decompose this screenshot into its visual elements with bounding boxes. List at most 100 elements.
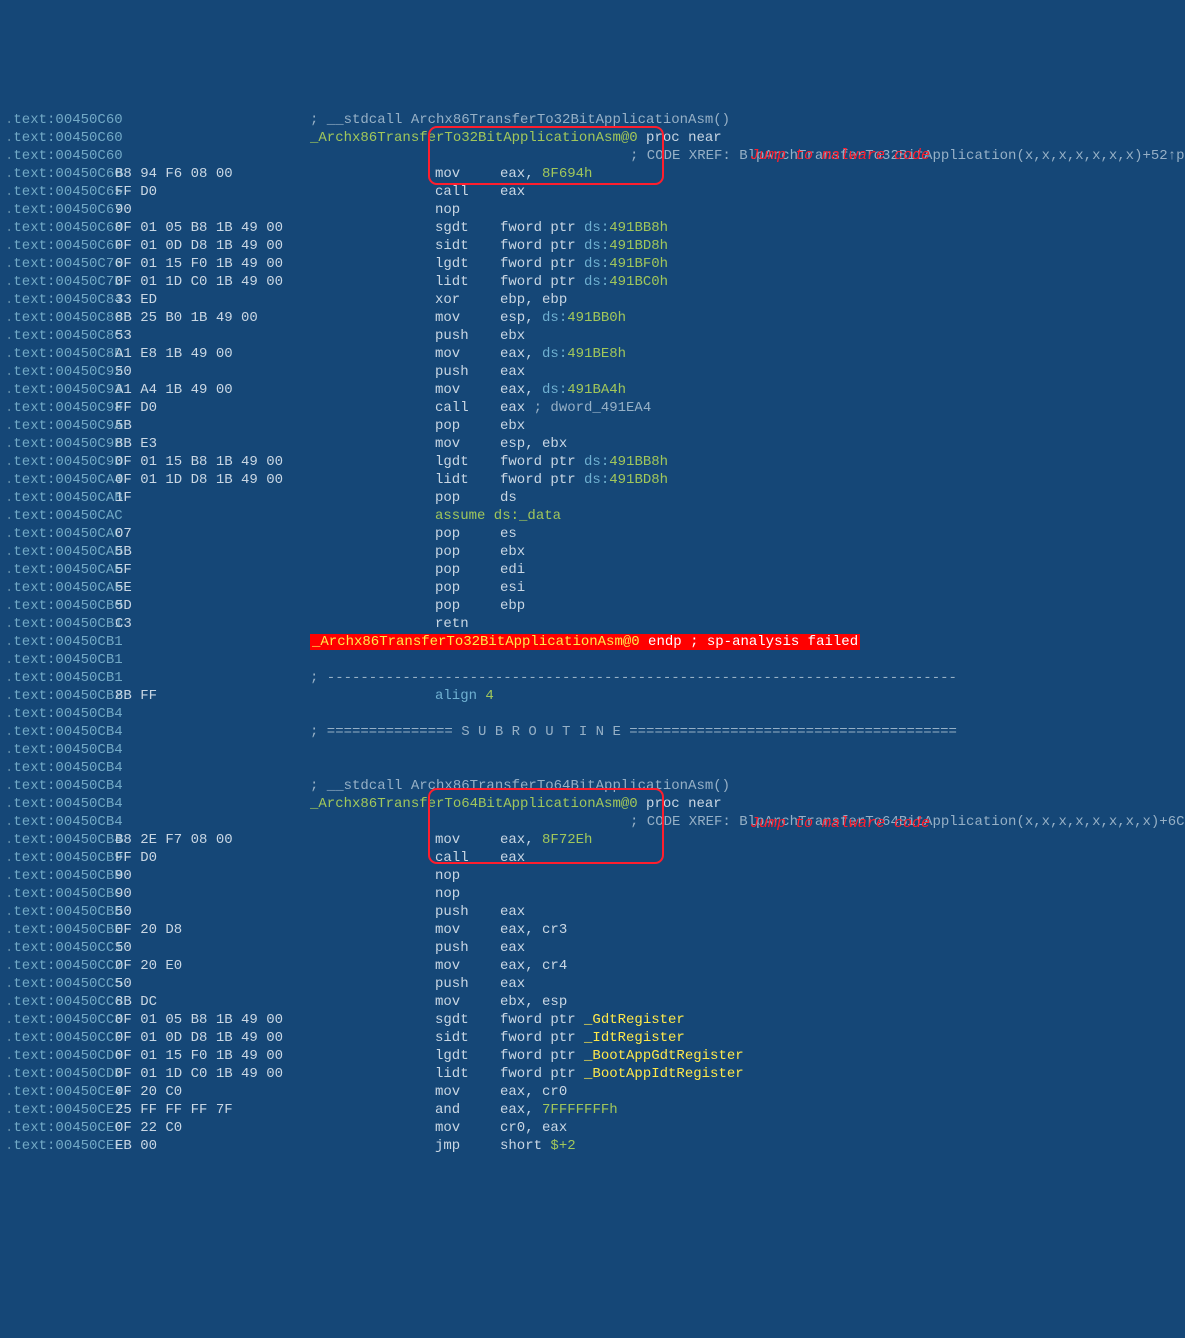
asm-line[interactable]: .text:00450CB4; __stdcall Archx86Transfe… (5, 777, 1180, 795)
asm-line[interactable]: .text:00450C60B8 94 F6 08 00moveax, 8F69… (5, 165, 1180, 183)
asm-line[interactable]: .text:00450CBD50pusheax (5, 903, 1180, 921)
asm-line[interactable]: .text:00450CB05Dpopebp (5, 597, 1180, 615)
asm-content: movesp, ds:491BB0h (310, 309, 626, 327)
asm-line[interactable]: .text:00450C6790nop (5, 201, 1180, 219)
asm-line[interactable]: .text:00450CC20F 20 E0moveax, cr4 (5, 957, 1180, 975)
address: .text:00450CC6 (5, 993, 115, 1011)
asm-line[interactable]: .text:00450CAD5Bpopebx (5, 543, 1180, 561)
asm-line[interactable]: .text:00450CB4; CODE XREF: BlpArchTransf… (5, 813, 1180, 831)
address: .text:00450CCF (5, 1029, 115, 1047)
asm-content: moveax, cr3 (310, 921, 567, 939)
asm-line[interactable]: .text:00450C60; __stdcall Archx86Transfe… (5, 111, 1180, 129)
asm-line[interactable]: .text:00450C9B8B E3movesp, ebx (5, 435, 1180, 453)
asm-line[interactable]: .text:00450C868B 25 B0 1B 49 00movesp, d… (5, 309, 1180, 327)
asm-line[interactable]: .text:00450CBE0F 20 D8moveax, cr3 (5, 921, 1180, 939)
asm-content: calleax (310, 183, 525, 201)
asm-content: xorebp, ebp (310, 291, 567, 309)
address: .text:00450C7D (5, 273, 115, 291)
asm-content: nop (310, 885, 500, 903)
hex-bytes: FF D0 (115, 849, 310, 867)
address: .text:00450CB4 (5, 741, 115, 759)
asm-line[interactable]: .text:00450C680F 01 05 B8 1B 49 00sgdtfw… (5, 219, 1180, 237)
asm-line[interactable]: .text:00450C60; CODE XREF: BlpArchTransf… (5, 147, 1180, 165)
asm-line[interactable]: .text:00450CC550pusheax (5, 975, 1180, 993)
asm-line[interactable]: .text:00450CB4B8 2E F7 08 00moveax, 8F72… (5, 831, 1180, 849)
asm-line[interactable]: .text:00450C93A1 A4 1B 49 00moveax, ds:4… (5, 381, 1180, 399)
asm-content: pusheax (310, 363, 525, 381)
asm-line[interactable]: .text:00450CB4 (5, 705, 1180, 723)
asm-line[interactable]: .text:00450CB1_Archx86TransferTo32BitApp… (5, 633, 1180, 651)
asm-line[interactable]: .text:00450CACassume ds:_data (5, 507, 1180, 525)
hex-bytes: 33 ED (115, 291, 310, 309)
asm-line[interactable]: .text:00450C98FF D0calleax ; dword_491EA… (5, 399, 1180, 417)
asm-line[interactable]: .text:00450CB1 (5, 651, 1180, 669)
asm-content: sidtfword ptr ds:491BD8h (310, 237, 668, 255)
asm-line[interactable]: .text:00450C9D0F 01 15 B8 1B 49 00lgdtfw… (5, 453, 1180, 471)
asm-line[interactable]: .text:00450CC150pusheax (5, 939, 1180, 957)
address: .text:00450CB1 (5, 651, 115, 669)
asm-line[interactable]: .text:00450CA40F 01 1D D8 1B 49 00lidtfw… (5, 471, 1180, 489)
asm-line[interactable]: .text:00450C6F0F 01 0D D8 1B 49 00sidtfw… (5, 237, 1180, 255)
asm-line[interactable]: .text:00450CC80F 01 05 B8 1B 49 00sgdtfw… (5, 1011, 1180, 1029)
asm-line[interactable]: .text:00450CB28B FFalign 4 (5, 687, 1180, 705)
asm-line[interactable]: .text:00450C60_Archx86TransferTo32BitApp… (5, 129, 1180, 147)
asm-line[interactable]: .text:00450CEC0F 22 C0movcr0, eax (5, 1119, 1180, 1137)
asm-line[interactable]: .text:00450CB4 (5, 759, 1180, 777)
asm-content: moveax, ds:491BE8h (310, 345, 626, 363)
asm-line[interactable]: .text:00450CAE5Fpopedi (5, 561, 1180, 579)
asm-line[interactable]: .text:00450CE725 FF FF FF 7Fandeax, 7FFF… (5, 1101, 1180, 1119)
hex-bytes (115, 759, 310, 777)
asm-content: _Archx86TransferTo32BitApplicationAsm@0 … (310, 633, 860, 651)
asm-line[interactable]: .text:00450C760F 01 15 F0 1B 49 00lgdtfw… (5, 255, 1180, 273)
asm-line[interactable]: .text:00450CAB1Fpopds (5, 489, 1180, 507)
asm-line[interactable]: .text:00450CC68B DCmovebx, esp (5, 993, 1180, 1011)
address: .text:00450CE4 (5, 1083, 115, 1101)
asm-line[interactable]: .text:00450CB1C3retn (5, 615, 1180, 633)
hex-bytes: 53 (115, 327, 310, 345)
asm-line[interactable]: .text:00450CAC07popes (5, 525, 1180, 543)
asm-line[interactable]: .text:00450C8C53pushebx (5, 327, 1180, 345)
asm-line[interactable]: .text:00450C7D0F 01 1D C0 1B 49 00lidtfw… (5, 273, 1180, 291)
hex-bytes: 0F 01 0D D8 1B 49 00 (115, 1029, 310, 1047)
asm-line[interactable]: .text:00450CB4 (5, 741, 1180, 759)
hex-bytes: EB 00 (115, 1137, 310, 1155)
asm-line[interactable]: .text:00450CCF0F 01 0D D8 1B 49 00sidtfw… (5, 1029, 1180, 1047)
asm-content: nop (310, 201, 500, 219)
hex-bytes: 8B E3 (115, 435, 310, 453)
asm-content: popebx (310, 543, 525, 561)
asm-line[interactable]: .text:00450CBB90nop (5, 867, 1180, 885)
asm-line[interactable]: .text:00450CDD0F 01 1D C0 1B 49 00lidtfw… (5, 1065, 1180, 1083)
asm-line[interactable]: .text:00450CB4; =============== S U B R … (5, 723, 1180, 741)
hex-bytes (115, 633, 310, 651)
hex-bytes: 0F 01 1D C0 1B 49 00 (115, 1065, 310, 1083)
asm-content: lidtfword ptr ds:491BD8h (310, 471, 668, 489)
asm-content: nop (310, 867, 500, 885)
asm-line[interactable]: .text:00450C65FF D0calleax (5, 183, 1180, 201)
address: .text:00450C86 (5, 309, 115, 327)
asm-content: lgdtfword ptr _BootAppGdtRegister (310, 1047, 744, 1065)
asm-content: popds (310, 489, 517, 507)
address: .text:00450CEF (5, 1137, 115, 1155)
address: .text:00450CA4 (5, 471, 115, 489)
asm-line[interactable]: .text:00450C8433 EDxorebp, ebp (5, 291, 1180, 309)
asm-line[interactable]: .text:00450CE40F 20 C0moveax, cr0 (5, 1083, 1180, 1101)
hex-bytes: 0F 01 15 F0 1B 49 00 (115, 1047, 310, 1065)
hex-bytes: B8 2E F7 08 00 (115, 831, 310, 849)
asm-line[interactable]: .text:00450CB9FF D0calleax (5, 849, 1180, 867)
asm-line[interactable]: .text:00450CAF5Epopesi (5, 579, 1180, 597)
address: .text:00450C9B (5, 435, 115, 453)
hex-bytes: 5D (115, 597, 310, 615)
asm-line[interactable]: .text:00450C9A5Bpopebx (5, 417, 1180, 435)
asm-line[interactable]: .text:00450C9250pusheax (5, 363, 1180, 381)
asm-content: calleax ; dword_491EA4 (310, 399, 651, 417)
address: .text:00450C84 (5, 291, 115, 309)
hex-bytes: FF D0 (115, 183, 310, 201)
asm-line[interactable]: .text:00450CBC90nop (5, 885, 1180, 903)
hex-bytes: 0F 20 D8 (115, 921, 310, 939)
asm-line[interactable]: .text:00450CB1; ------------------------… (5, 669, 1180, 687)
disassembly-view[interactable]: .text:00450C60; __stdcall Archx86Transfe… (5, 75, 1180, 1245)
asm-line[interactable]: .text:00450CEFEB 00jmpshort $+2 (5, 1137, 1180, 1155)
asm-line[interactable]: .text:00450CB4_Archx86TransferTo64BitApp… (5, 795, 1180, 813)
asm-line[interactable]: .text:00450CD60F 01 15 F0 1B 49 00lgdtfw… (5, 1047, 1180, 1065)
asm-line[interactable]: .text:00450C8DA1 E8 1B 49 00moveax, ds:4… (5, 345, 1180, 363)
